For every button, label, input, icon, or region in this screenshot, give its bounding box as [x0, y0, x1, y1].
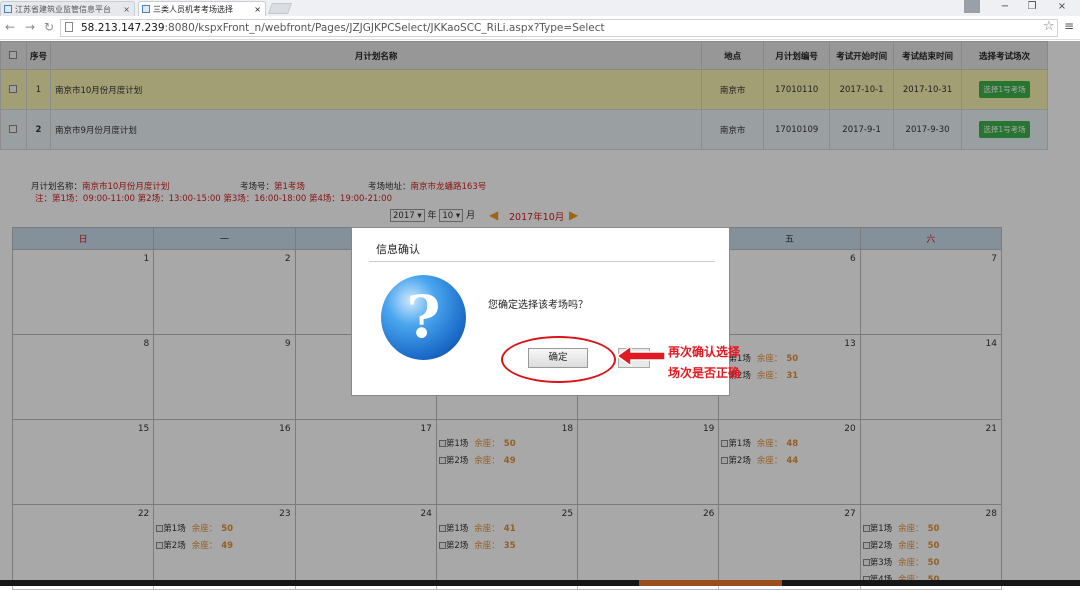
browser-menu-icon[interactable]: ≡	[1064, 19, 1074, 33]
url-host: 58.213.147.239	[81, 22, 165, 34]
user-profile-icon[interactable]	[964, 0, 980, 13]
reload-icon[interactable]: ↻	[44, 20, 54, 34]
annotation-line-1: 再次确认选择	[668, 345, 741, 359]
page-info-icon[interactable]	[65, 22, 73, 32]
close-window-button[interactable]: ×	[1054, 1, 1070, 12]
instruction-annotation: 再次确认选择 场次是否正确	[668, 342, 740, 384]
red-arrow-icon	[615, 345, 666, 367]
back-arrow-icon[interactable]: ←	[5, 20, 15, 34]
tab-title: 三类人员机考考场选择	[153, 5, 233, 14]
tab-close-icon[interactable]: ×	[123, 2, 130, 16]
highlight-ellipse	[501, 336, 616, 383]
bookmark-star-icon[interactable]: ☆	[1043, 19, 1055, 34]
forward-arrow-icon[interactable]: →	[25, 20, 35, 34]
new-tab-button[interactable]	[267, 3, 293, 14]
minimize-button[interactable]: −	[997, 1, 1013, 12]
dialog-message: 您确定选择该考场吗？	[488, 300, 588, 311]
browser-titlebar: 江苏省建筑业监管信息平台 × 三类人员机考考场选择 × − ❐ ×	[0, 0, 1080, 16]
annotation-line-2: 场次是否正确	[668, 366, 741, 380]
url-path: :8080/kspxFront_n/webfront/Pages/JZJGJKP…	[164, 22, 605, 34]
maximize-button[interactable]: ❐	[1024, 1, 1040, 12]
page-favicon-icon	[4, 5, 12, 13]
browser-tab-2[interactable]: 三类人员机考考场选择 ×	[138, 1, 266, 16]
tab-close-icon[interactable]: ×	[254, 2, 261, 16]
dialog-title: 信息确认	[376, 243, 420, 256]
page-favicon-icon	[142, 5, 150, 13]
browser-tab-1[interactable]: 江苏省建筑业监管信息平台 ×	[0, 1, 135, 16]
question-icon: ?	[381, 275, 466, 360]
address-bar[interactable]: 58.213.147.239:8080/kspxFront_n/webfront…	[60, 19, 1058, 37]
dialog-divider	[369, 261, 715, 262]
browser-toolbar: ← → ↻ 58.213.147.239:8080/kspxFront_n/we…	[0, 16, 1080, 40]
tab-title: 江苏省建筑业监管信息平台	[15, 5, 111, 14]
